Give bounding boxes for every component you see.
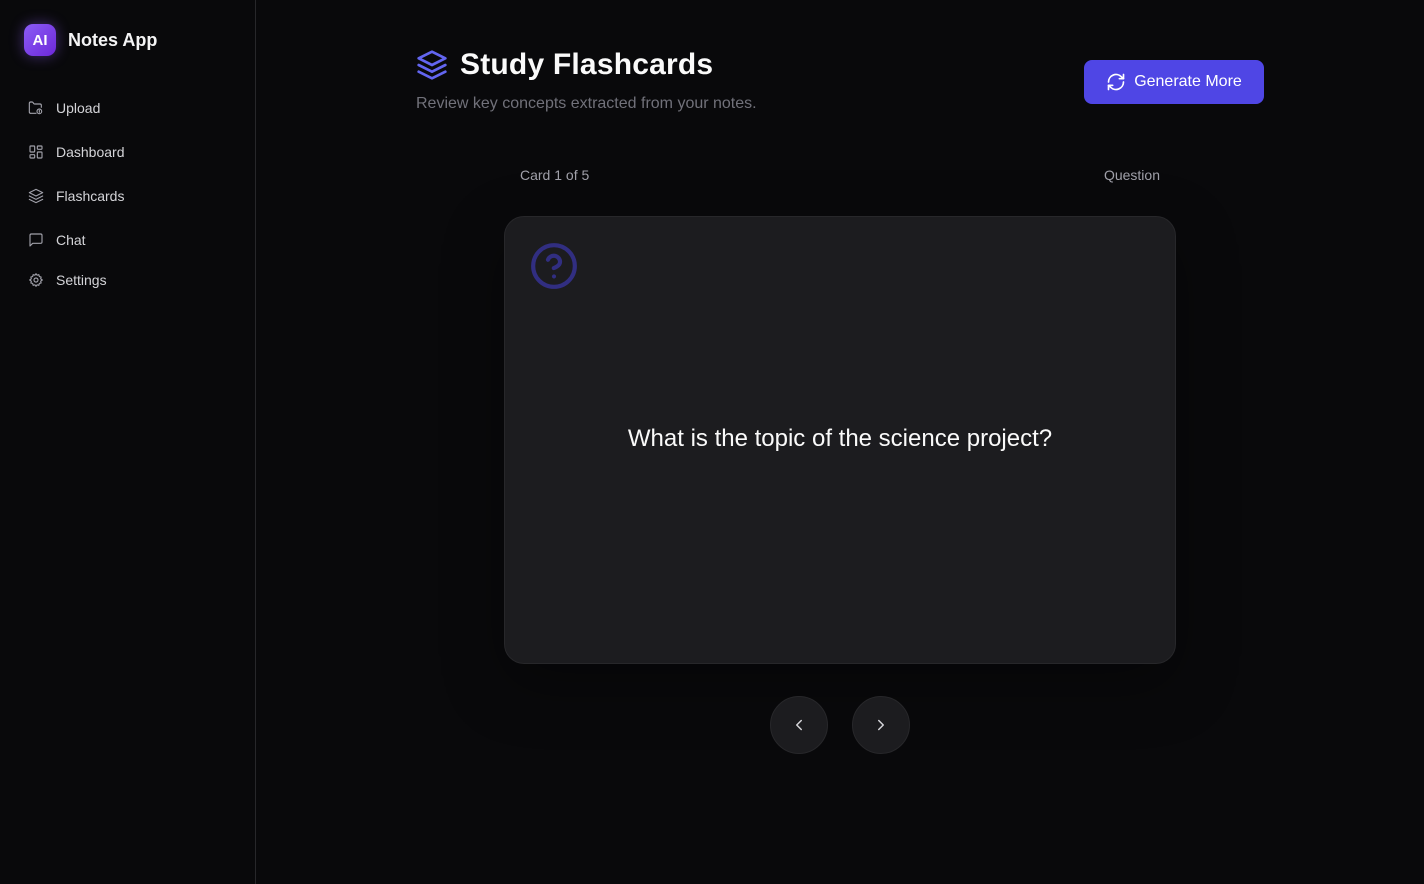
sidebar-item-label: Chat [56, 232, 86, 248]
sidebar-item-label: Dashboard [56, 144, 125, 160]
page-header: Study Flashcards [416, 48, 713, 82]
page-title: Study Flashcards [460, 48, 714, 81]
sidebar-item-chat[interactable]: Chat [16, 220, 240, 260]
sidebar-item-settings[interactable]: Settings [16, 260, 240, 300]
previous-card-button[interactable] [770, 696, 828, 754]
app-root: AI Notes App Upload Dashboard Flashcards… [0, 0, 1424, 884]
next-card-button[interactable] [852, 696, 910, 754]
card-counter: Card 1 of 5 [520, 167, 590, 183]
gear-icon [28, 272, 44, 288]
flashcard[interactable]: What is the topic of the science project… [504, 216, 1176, 664]
sidebar-item-label: Flashcards [56, 188, 125, 204]
app-name: Notes App [68, 29, 158, 50]
layers-icon [28, 188, 44, 204]
refresh-icon [1107, 73, 1125, 91]
dashboard-grid-icon [28, 144, 44, 160]
question-circle-icon [529, 241, 579, 291]
folder-upload-icon [28, 100, 44, 116]
sidebar-item-flashcards[interactable]: Flashcards [16, 176, 240, 216]
chevron-right-icon [878, 719, 884, 731]
sidebar-item-label: Settings [56, 272, 107, 288]
main-content: Study Flashcards Review key concepts ext… [256, 0, 1424, 884]
chevron-left-icon [796, 719, 802, 731]
app-logo: AI [24, 24, 56, 56]
generate-more-label: Generate More [1134, 73, 1242, 90]
sidebar: AI Notes App Upload Dashboard Flashcards… [0, 0, 256, 884]
flashcard-question-text: What is the topic of the science project… [627, 425, 1053, 452]
layers-icon [416, 49, 448, 81]
sidebar-item-upload[interactable]: Upload [16, 88, 240, 128]
sidebar-item-label: Upload [56, 100, 101, 116]
page-subtitle: Review key concepts extracted from your … [416, 95, 757, 112]
chat-bubble-icon [28, 232, 44, 248]
sidebar-nav: Upload Dashboard Flashcards Chat Setting… [16, 88, 240, 304]
generate-more-button[interactable]: Generate More [1084, 60, 1264, 104]
card-side-label: Question [1103, 167, 1160, 183]
brand[interactable]: AI Notes App [24, 24, 157, 56]
sidebar-item-dashboard[interactable]: Dashboard [16, 132, 240, 172]
